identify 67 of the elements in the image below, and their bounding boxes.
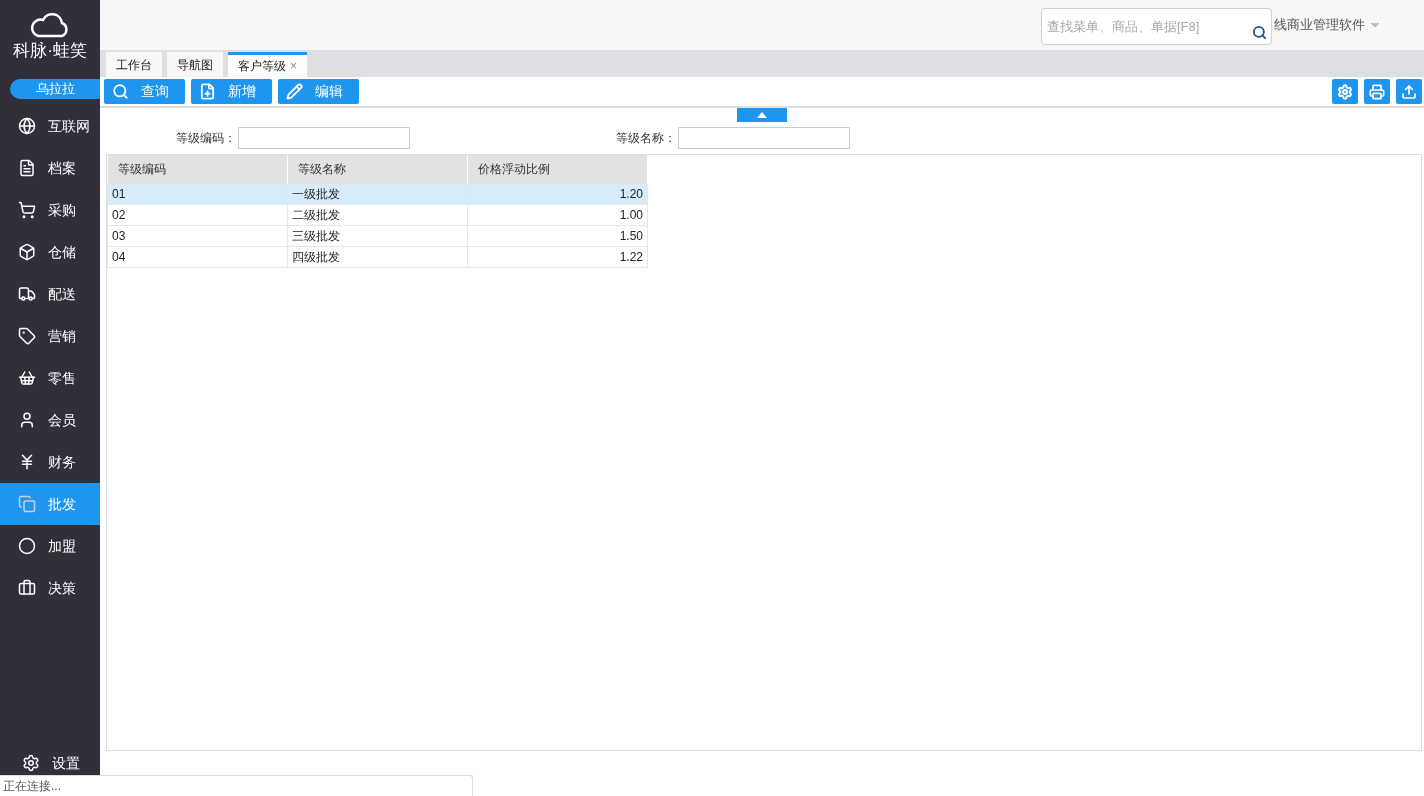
table-cell: 02 [107,204,288,225]
basket-icon [18,369,36,387]
pencil-icon [286,83,303,100]
box-icon [18,243,36,261]
column-header[interactable]: 等级编码 [107,155,288,183]
search-icon [112,83,129,100]
truck-icon [18,285,36,303]
caret-up-icon [757,112,767,118]
sidebar-item[interactable]: 设置 [0,751,100,775]
filter-label: 等级编码： [176,130,236,147]
filter-label: 等级名称： [616,130,676,147]
table-cell: 四级批发 [287,246,468,267]
printer-icon [1369,83,1385,100]
table-row[interactable]: 01 一级批发 1.20 [107,183,648,204]
file-plus-icon [199,83,216,100]
filter-field[interactable] [238,127,410,149]
tab[interactable]: 导航图 [167,52,223,77]
print-button[interactable] [1364,79,1390,104]
cart-icon [18,201,36,219]
tag-icon [18,327,36,345]
sidebar-item[interactable]: 档案 [0,147,100,189]
person-icon [18,411,36,429]
sidebar-item[interactable]: 采购 [0,189,100,231]
table-row[interactable]: 03 三级批发 1.50 [107,225,648,246]
sidebar-item[interactable]: 互联网 [0,105,100,147]
table-cell: 三级批发 [287,225,468,246]
table-cell: 03 [107,225,288,246]
document-icon [18,159,36,177]
sidebar-item[interactable]: 决策 [0,567,100,609]
table-row[interactable]: 02 二级批发 1.00 [107,204,648,225]
table-cell: 1.00 [467,204,648,225]
copy-icon [18,495,36,513]
table-cell: 1.22 [467,246,648,267]
status-bar: 正在连接... [0,775,473,796]
sidebar-item[interactable]: 会员 [0,399,100,441]
globe-icon [18,117,36,135]
gear-icon [1337,83,1353,100]
search-field[interactable]: 查找菜单、商品、单据[F8] [1041,7,1272,45]
sidebar-item[interactable]: 零售 [0,357,100,399]
table-cell: 一级批发 [287,183,468,204]
table-cell: 04 [107,246,288,267]
settings-button[interactable] [1332,79,1358,104]
settings-icon [22,754,40,772]
product-name[interactable]: 线商业管理软件 [1274,15,1365,35]
collapse-button[interactable] [737,108,787,122]
table-cell: 1.50 [467,225,648,246]
upload-icon [1401,83,1417,100]
search-icon [1252,24,1267,40]
column-header[interactable]: 价格浮动比例 [467,155,648,183]
sidebar-item[interactable]: 仓储 [0,231,100,273]
close-button[interactable]: × [290,57,297,75]
table-cell: 1.20 [467,183,648,204]
cloud-icon [30,12,70,38]
table-cell: 01 [107,183,288,204]
logo-text: 科脉·蛙笑 [13,41,87,61]
sidebar-item[interactable]: 财务 [0,441,100,483]
export-button[interactable] [1396,79,1422,104]
table-cell: 二级批发 [287,204,468,225]
sidebar-item[interactable]: 营销 [0,315,100,357]
filter-field[interactable] [678,127,850,149]
sidebar-item[interactable]: 加盟 [0,525,100,567]
tab[interactable]: 客户等级 × [228,52,307,77]
tab[interactable]: 工作台 [106,52,162,77]
briefcase-icon [18,579,36,597]
column-header[interactable]: 等级名称 [287,155,468,183]
table-row[interactable]: 04 四级批发 1.22 [107,246,648,267]
sidebar-item[interactable]: 配送 [0,273,100,315]
